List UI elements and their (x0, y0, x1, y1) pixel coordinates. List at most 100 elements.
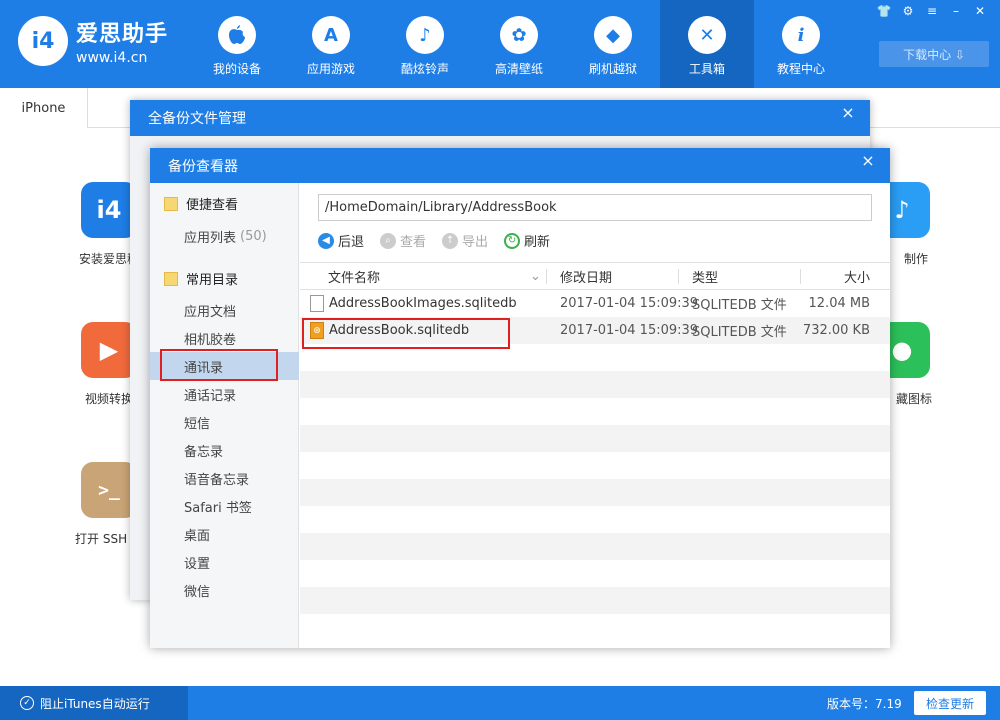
viewer-toolbar: ◀ 后退 ⌕ 查看 ↑ 导出 ↻ 刷新 (318, 231, 566, 250)
nav-flash-jailbreak[interactable]: ◆ 刷机越狱 (566, 0, 660, 88)
group-label: 便捷查看 (186, 198, 239, 213)
block-itunes-toggle[interactable]: ✓ 阻止iTunes自动运行 (0, 686, 188, 720)
col-name[interactable]: 文件名称 (328, 263, 380, 289)
sidebar-item-settings[interactable]: 设置 (150, 548, 299, 576)
nav-ringtones[interactable]: ♪ 酷炫铃声 (378, 0, 472, 88)
close-icon[interactable]: ✕ (970, 3, 990, 19)
info-icon: i (782, 16, 820, 54)
status-bar: ✓ 阻止iTunes自动运行 版本号：7.19 检查更新 (0, 686, 1000, 720)
dialog-title: 备份查看器 (150, 148, 890, 183)
file-type: SQLITEDB 文件 (692, 325, 787, 340)
col-date[interactable]: 修改日期 (560, 263, 612, 289)
group-common-dirs[interactable]: 常用目录 (164, 269, 238, 288)
check-circle-icon: ✓ (20, 696, 34, 710)
empty-row (300, 506, 890, 533)
flower-icon: ✿ (500, 16, 538, 54)
block-itunes-label: 阻止iTunes自动运行 (40, 696, 150, 711)
back-button[interactable]: ◀ 后退 (318, 231, 364, 250)
nav-label: 酷炫铃声 (400, 62, 449, 76)
empty-row (300, 533, 890, 560)
app-logo: i4 爱思助手 www.i4.cn (18, 16, 168, 66)
nav-toolbox[interactable]: ✕ 工具箱 (660, 0, 754, 88)
folder-icon (164, 196, 178, 211)
logo-url: www.i4.cn (76, 50, 148, 66)
empty-row (300, 398, 890, 425)
refresh-button[interactable]: ↻ 刷新 (504, 231, 550, 250)
check-update-button[interactable]: 检查更新 (914, 691, 986, 715)
export-label: 导出 (462, 235, 489, 250)
logo-name: 爱思助手 (76, 22, 169, 47)
column-divider (800, 269, 801, 284)
back-label: 后退 (338, 235, 365, 250)
skin-icon[interactable]: 👕 (874, 3, 894, 19)
refresh-icon: ↻ (504, 232, 521, 249)
path-field[interactable]: /HomeDomain/Library/AddressBook (318, 194, 872, 221)
empty-row (300, 587, 890, 614)
nav-my-device[interactable]: 我的设备 (190, 0, 284, 88)
file-name: AddressBookImages.sqlitedb (329, 296, 517, 311)
magnifier-icon: ⌕ (380, 232, 397, 249)
nav-label: 高清壁纸 (494, 62, 543, 76)
file-date: 2017-01-04 15:09:39 (560, 296, 699, 311)
download-center-button[interactable]: 下载中心 ⇩ (879, 41, 989, 67)
file-size: 12.04 MB (808, 296, 870, 311)
app-count: (50) (240, 228, 267, 244)
view-button[interactable]: ⌕ 查看 (380, 231, 426, 250)
sidebar-item-app-docs[interactable]: 应用文档 (150, 296, 299, 324)
tool-label: 视频转换 (84, 392, 133, 406)
play-icon: ▶ (81, 322, 137, 378)
close-icon[interactable]: × (856, 148, 880, 172)
nav-label: 我的设备 (212, 62, 261, 76)
sidebar-item-sms[interactable]: 短信 (150, 408, 299, 436)
sidebar-item-voice-memos[interactable]: 语音备忘录 (150, 464, 299, 492)
file-icon (310, 295, 324, 312)
empty-row (300, 614, 890, 641)
menu-icon[interactable]: ≡ (922, 3, 942, 19)
refresh-label: 刷新 (524, 235, 551, 250)
file-size: 732.00 KB (802, 323, 870, 338)
viewer-main: /HomeDomain/Library/AddressBook ◀ 后退 ⌕ 查… (300, 183, 890, 648)
tab-iphone[interactable]: iPhone (0, 88, 88, 128)
bell-icon: ♪ (406, 16, 444, 54)
col-size[interactable]: 大小 (844, 263, 870, 289)
sidebar-item-call-log[interactable]: 通话记录 (150, 380, 299, 408)
col-type[interactable]: 类型 (692, 263, 718, 289)
tool-label: 藏图标 (895, 392, 932, 406)
dialog-title: 全备份文件管理 (130, 100, 870, 136)
version-label: 版本号：7.19 (827, 696, 902, 711)
nav-label: 刷机越狱 (588, 62, 637, 76)
apple-icon (218, 16, 256, 54)
minimize-icon[interactable]: – (946, 3, 966, 19)
gear-icon[interactable]: ⚙ (898, 3, 918, 19)
sort-chevron-down-icon[interactable]: ⌄ (530, 263, 541, 289)
sidebar-item-app-list[interactable]: 应用列表 (50) (150, 222, 299, 250)
group-quick-view[interactable]: 便捷查看 (164, 194, 238, 213)
nav-label: 应用游戏 (306, 62, 355, 76)
sidebar-item-camera-roll[interactable]: 相机胶卷 (150, 324, 299, 352)
table-row[interactable]: AddressBookImages.sqlitedb 2017-01-04 15… (300, 290, 890, 317)
nav-label: 教程中心 (776, 62, 825, 76)
sidebar-item-safari-bookmarks[interactable]: Safari 书签 (150, 492, 299, 520)
export-button[interactable]: ↑ 导出 (442, 231, 488, 250)
empty-row (300, 479, 890, 506)
nav-apps[interactable]: A 应用游戏 (284, 0, 378, 88)
main-nav: 我的设备 A 应用游戏 ♪ 酷炫铃声 ✿ 高清壁纸 ◆ 刷机越狱 ✕ 工具箱 i 教程中心 (190, 0, 848, 88)
close-icon[interactable]: × (836, 100, 860, 124)
sidebar-item-wechat[interactable]: 微信 (150, 576, 299, 604)
export-icon: ↑ (442, 232, 459, 249)
sidebar-item-label: 应用列表 (184, 230, 237, 246)
sidebar-item-desktop[interactable]: 桌面 (150, 520, 299, 548)
empty-row (300, 560, 890, 587)
nav-tutorials[interactable]: i 教程中心 (754, 0, 848, 88)
tool-label: 制作 (903, 252, 928, 266)
group-label: 常用目录 (186, 273, 239, 288)
sidebar-item-notes[interactable]: 备忘录 (150, 436, 299, 464)
column-divider (678, 269, 679, 284)
empty-row (300, 425, 890, 452)
file-date: 2017-01-04 15:09:39 (560, 323, 699, 338)
view-label: 查看 (400, 235, 427, 250)
appstore-icon: A (312, 16, 350, 54)
folder-icon (164, 271, 178, 286)
nav-label: 工具箱 (688, 62, 725, 76)
nav-wallpapers[interactable]: ✿ 高清壁纸 (472, 0, 566, 88)
